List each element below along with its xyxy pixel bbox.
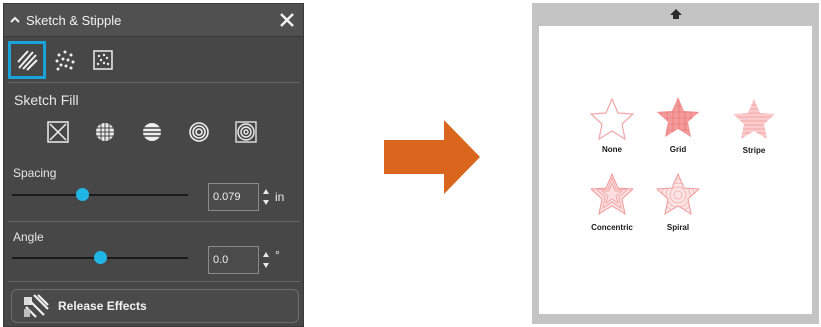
preview-label-stripe: Stripe	[742, 146, 766, 155]
preview-window: None Grid Stripe Concentric Spiral	[532, 3, 819, 324]
spacing-slider[interactable]	[12, 188, 188, 201]
stipple-box-icon	[93, 50, 113, 70]
angle-label: Angle	[13, 230, 44, 244]
grid-fill-icon[interactable]	[93, 120, 117, 144]
collapse-chevron-icon[interactable]	[4, 4, 26, 36]
star-concentric	[589, 172, 635, 216]
panel-title: Sketch & Stipple	[26, 12, 122, 28]
effect-tabs	[8, 41, 122, 81]
tab-stipple-fill[interactable]	[84, 41, 122, 79]
spacing-unit: in	[275, 190, 285, 204]
divider	[8, 221, 300, 222]
star-spiral	[655, 172, 701, 216]
right-arrow-icon	[384, 120, 480, 194]
tab-sketch[interactable]	[8, 41, 46, 79]
up-arrow-icon[interactable]	[669, 8, 683, 20]
tab-stipple[interactable]	[46, 41, 84, 79]
sketch-lines-icon	[17, 50, 38, 71]
spacing-slider-thumb[interactable]	[76, 188, 90, 201]
preview-label-none: None	[602, 145, 622, 154]
angle-stepper[interactable]	[262, 248, 270, 272]
divider	[8, 281, 300, 282]
close-icon[interactable]	[277, 10, 297, 30]
star-grid	[657, 97, 699, 137]
stipple-dots-icon	[55, 50, 75, 71]
angle-slider[interactable]	[12, 251, 188, 264]
spacing-stepper[interactable]	[262, 185, 270, 209]
fill-type-row	[46, 120, 258, 144]
release-effects-label: Release Effects	[58, 299, 147, 313]
spacing-label: Spacing	[13, 166, 57, 180]
star-none	[589, 97, 635, 141]
release-effects-icon	[24, 294, 49, 318]
sketch-stipple-panel: Sketch & Stipple Sketch Fill Spacing 0.0…	[3, 3, 304, 327]
angle-input[interactable]: 0.0	[208, 246, 259, 274]
divider	[8, 82, 300, 83]
preview-label-concentric: Concentric	[591, 223, 633, 232]
preview-label-spiral: Spiral	[666, 223, 690, 232]
spiral-fill-icon[interactable]	[234, 120, 258, 144]
panel-titlebar: Sketch & Stipple	[4, 4, 303, 37]
none-fill-icon[interactable]	[46, 120, 70, 144]
stripe-fill-icon[interactable]	[140, 120, 164, 144]
star-stripe	[733, 99, 775, 139]
angle-unit: °	[275, 248, 280, 262]
preview-label-grid: Grid	[669, 145, 687, 154]
release-effects-button[interactable]: Release Effects	[11, 289, 299, 323]
section-label-sketch-fill: Sketch Fill	[14, 92, 79, 108]
spacing-input[interactable]: 0.079	[208, 183, 259, 211]
concentric-fill-icon[interactable]	[187, 120, 211, 144]
angle-slider-thumb[interactable]	[94, 251, 107, 264]
preview-canvas: None Grid Stripe Concentric Spiral	[539, 26, 812, 314]
